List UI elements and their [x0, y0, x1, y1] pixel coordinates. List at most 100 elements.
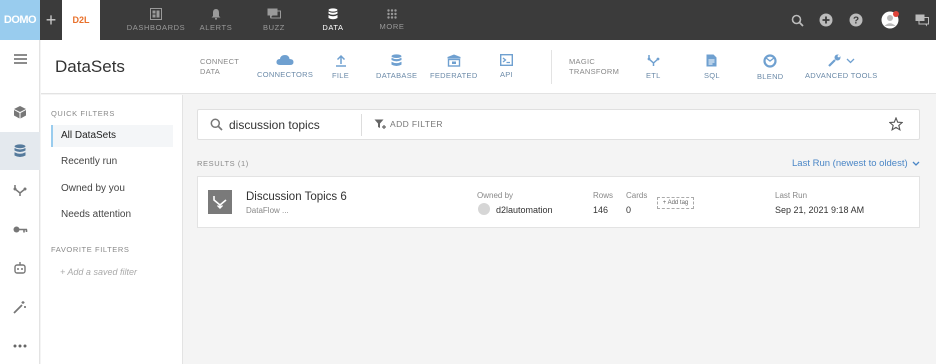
owner-name[interactable]: d2lautomation — [496, 205, 553, 215]
user-avatar[interactable] — [879, 10, 901, 30]
filter-recently-run[interactable]: Recently run — [51, 151, 173, 173]
magic-label-line-2: TRANSFORM — [569, 67, 620, 76]
grid-icon — [387, 9, 397, 19]
connect-data-label: CONNECT DATA — [200, 57, 239, 77]
upload-icon — [335, 54, 346, 67]
rail-ai[interactable] — [0, 249, 40, 287]
rail-datasets[interactable] — [0, 132, 40, 170]
rail-more[interactable] — [0, 327, 40, 364]
help-icon: ? — [849, 13, 863, 27]
connect-label-line-2: DATA — [200, 67, 221, 76]
chat-icon — [267, 8, 281, 19]
owner-avatar — [478, 203, 490, 215]
page-title: DataSets — [55, 57, 125, 76]
tool-label: FEDERATED — [430, 71, 478, 80]
tool-database[interactable]: DATABASE — [376, 54, 417, 80]
add-button[interactable] — [816, 10, 836, 30]
rail-magic[interactable] — [0, 288, 40, 326]
global-search-button[interactable] — [787, 10, 807, 30]
chevron-down-icon — [846, 58, 855, 63]
nav-dashboards[interactable]: DASHBOARDS — [126, 0, 186, 40]
nav-label: DASHBOARDS — [126, 23, 186, 32]
nav-label: MORE — [379, 22, 405, 31]
dataset-name[interactable]: Discussion Topics 6 — [246, 191, 347, 203]
tool-label: SQL — [704, 71, 720, 80]
tool-federated[interactable]: FEDERATED — [430, 54, 478, 80]
tool-label: API — [500, 70, 513, 79]
etl-icon — [647, 55, 660, 66]
help-button[interactable]: ? — [846, 10, 866, 30]
sort-dropdown[interactable]: Last Run (newest to oldest) — [792, 158, 920, 169]
dashboards-icon — [150, 8, 162, 20]
cloud-icon — [276, 55, 294, 65]
tool-label: CONNECTORS — [257, 70, 314, 79]
database-icon — [328, 8, 338, 20]
search-divider — [361, 114, 362, 136]
messages-button[interactable] — [912, 10, 932, 30]
database-icon — [14, 144, 26, 157]
left-rail — [0, 40, 40, 364]
database-icon — [391, 54, 402, 66]
sort-label: Last Run (newest to oldest) — [792, 158, 908, 169]
tool-blend[interactable]: BLEND — [757, 54, 784, 81]
rail-access[interactable] — [0, 210, 40, 248]
more-icon — [13, 344, 27, 348]
messages-icon — [915, 14, 929, 26]
key-icon — [13, 226, 27, 232]
last-run-value: Sep 21, 2021 9:18 AM — [775, 205, 865, 215]
tool-label: FILE — [332, 71, 350, 80]
sql-file-icon — [706, 54, 717, 67]
favorite-filters-heading: FAVORITE FILTERS — [51, 245, 130, 254]
tool-label: ADVANCED TOOLS — [805, 71, 878, 80]
last-run-label: Last Run — [775, 191, 808, 200]
tool-api[interactable]: API — [500, 54, 513, 79]
nav-label: DATA — [322, 23, 344, 32]
dataflow-icon — [208, 190, 232, 214]
tool-advanced[interactable]: ADVANCED TOOLS — [805, 54, 878, 80]
nav-data[interactable]: DATA — [303, 0, 363, 40]
cube-icon — [14, 106, 26, 119]
nav-label: BUZZ — [263, 23, 285, 32]
rail-cube[interactable] — [0, 93, 40, 131]
dataset-card[interactable]: Discussion Topics 6 DataFlow ... Owned b… — [197, 176, 920, 228]
magic-label-line-1: MAGIC — [569, 57, 596, 66]
tool-sql[interactable]: SQL — [704, 54, 720, 80]
search-icon — [791, 14, 804, 27]
chevron-down-icon — [912, 161, 920, 166]
add-tag-button[interactable]: + Add tag — [657, 197, 694, 209]
nav-more[interactable]: MORE — [362, 0, 422, 40]
magic-transform-label: MAGIC TRANSFORM — [569, 57, 619, 77]
nav-alerts[interactable]: ALERTS — [186, 0, 246, 40]
tool-etl[interactable]: ETL — [646, 54, 661, 80]
nav-buzz[interactable]: BUZZ — [244, 0, 304, 40]
filter-all-datasets[interactable]: All DataSets — [51, 125, 173, 147]
tool-label: BLEND — [757, 72, 784, 81]
connect-label-line-1: CONNECT — [200, 57, 240, 66]
add-saved-filter-link[interactable]: + Add a saved filter — [60, 267, 137, 277]
tool-connectors[interactable]: CONNECTORS — [257, 54, 313, 79]
filter-needs-attention[interactable]: Needs attention — [51, 204, 173, 226]
brand-tab[interactable]: D2L — [62, 0, 100, 40]
svg-text:?: ? — [853, 16, 859, 27]
rail-menu-button[interactable] — [0, 40, 40, 78]
rail-dataflows[interactable] — [0, 171, 40, 209]
search-bar: ADD FILTER — [197, 109, 920, 140]
wrench-icon — [828, 54, 841, 67]
bell-icon — [211, 9, 221, 20]
filter-owned-by-you[interactable]: Owned by you — [51, 178, 173, 200]
federated-icon — [447, 54, 461, 67]
domo-logo[interactable]: DOMO — [0, 0, 40, 40]
star-icon[interactable] — [889, 117, 903, 131]
user-avatar-icon — [881, 11, 899, 29]
add-circle-icon — [819, 13, 833, 27]
cards-label: Cards — [626, 191, 648, 200]
add-filter-button[interactable]: ADD FILTER — [374, 119, 443, 129]
rows-label: Rows — [593, 191, 614, 200]
add-tab-button[interactable]: + — [40, 0, 62, 40]
tool-file[interactable]: FILE — [332, 54, 349, 80]
search-input[interactable] — [229, 115, 359, 135]
robot-icon — [14, 262, 26, 274]
terminal-icon — [500, 54, 513, 66]
top-navigation-bar: DOMO + D2L DASHBOARDS ALERTS BUZZ DATA M… — [0, 0, 936, 40]
hamburger-icon — [13, 54, 27, 64]
